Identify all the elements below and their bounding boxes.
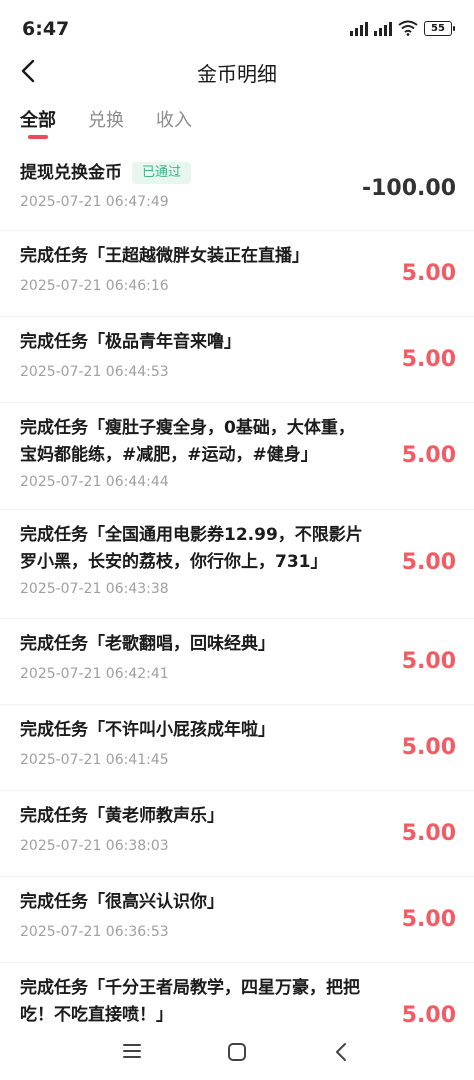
record-title: 完成任务「瘦肚子瘦全身，0基础，大体重，宝妈都能练，#减肥，#运动，#健身」 [20,418,355,465]
record-amount: 5.00 [401,821,456,846]
record-time: 2025-07-21 06:38:03 [20,838,169,854]
list-item[interactable]: 完成任务「王超越微胖女装正在直播」 2025-07-21 06:46:16 5.… [0,231,474,317]
status-time: 6:47 [22,18,70,40]
home-icon[interactable] [227,1042,247,1062]
record-time: 2025-07-21 06:41:45 [20,752,169,768]
list-item[interactable]: 完成任务「很高兴认识你」 2025-07-21 06:36:53 5.00 [0,877,474,963]
page-title: 金币明细 [197,62,277,86]
record-title: 完成任务「老歌翻唱，回味经典」 [20,634,275,654]
menu-icon[interactable] [122,1042,142,1060]
record-title: 完成任务「黄老师教声乐」 [20,806,224,826]
tab-exchange[interactable]: 兑换 [88,106,124,132]
record-amount: 5.00 [401,347,456,372]
status-icons: 55 [350,20,455,36]
record-amount: 5.00 [401,550,456,575]
record-amount: 5.00 [401,735,456,760]
record-title: 完成任务「王超越微胖女装正在直播」 [20,246,309,266]
record-amount: 5.00 [401,443,456,468]
signal-icon [350,20,368,36]
record-title: 完成任务「很高兴认识你」 [20,892,224,912]
list-item[interactable]: 完成任务「瘦肚子瘦全身，0基础，大体重，宝妈都能练，#减肥，#运动，#健身」 2… [0,403,474,510]
system-nav-bar [0,1028,474,1080]
record-title: 完成任务「极品青年音来噜」 [20,332,241,352]
record-list: 提现兑换金币 已通过 2025-07-21 06:47:49 -100.00 完成… [0,148,474,1047]
list-item[interactable]: 完成任务「老歌翻唱，回味经典」 2025-07-21 06:42:41 5.00 [0,619,474,705]
list-item[interactable]: 完成任务「极品青年音来噜」 2025-07-21 06:44:53 5.00 [0,317,474,403]
record-amount: -100.00 [361,176,456,201]
record-amount: 5.00 [401,649,456,674]
record-time: 2025-07-21 06:44:53 [20,364,169,380]
tab-bar: 全部 兑换 收入 [20,106,192,132]
record-title: 提现兑换金币 已通过 [20,160,365,187]
record-time: 2025-07-21 06:47:49 [20,194,169,210]
record-amount: 5.00 [401,907,456,932]
record-time: 2025-07-21 06:42:41 [20,666,169,682]
tab-income[interactable]: 收入 [156,106,192,132]
record-title: 完成任务「不许叫小屁孩成年啦」 [20,720,275,740]
tab-all[interactable]: 全部 [20,106,56,132]
wifi-icon [398,20,418,36]
status-badge: 已通过 [132,162,192,184]
list-item[interactable]: 提现兑换金币 已通过 2025-07-21 06:47:49 -100.00 [0,148,474,231]
list-item[interactable]: 完成任务「不许叫小屁孩成年啦」 2025-07-21 06:41:45 5.00 [0,705,474,791]
record-title-text: 提现兑换金币 [20,163,122,183]
record-time: 2025-07-21 06:43:38 [20,581,169,597]
record-time: 2025-07-21 06:44:44 [20,474,169,490]
record-title: 完成任务「千分王者局教学，四星万豪，把把吃！不吃直接喷！」 [20,978,360,1025]
list-item[interactable]: 完成任务「全国通用电影券12.99，不限影片罗小黑，长安的荔枝，你行你上，731… [0,510,474,619]
list-item[interactable]: 完成任务「黄老师教声乐」 2025-07-21 06:38:03 5.00 [0,791,474,877]
record-time: 2025-07-21 06:46:16 [20,278,169,294]
record-amount: 5.00 [401,1003,456,1028]
battery-icon: 55 [424,20,455,36]
record-title: 完成任务「全国通用电影券12.99，不限影片罗小黑，长安的荔枝，你行你上，731… [20,525,363,572]
active-tab-indicator [28,135,48,139]
status-bar: 6:47 55 [0,0,474,56]
signal-icon [374,20,392,36]
nav-bar: 金币明细 [0,52,474,92]
record-amount: 5.00 [401,261,456,286]
back-nav-icon[interactable] [333,1042,349,1062]
record-time: 2025-07-21 06:36:53 [20,924,169,940]
